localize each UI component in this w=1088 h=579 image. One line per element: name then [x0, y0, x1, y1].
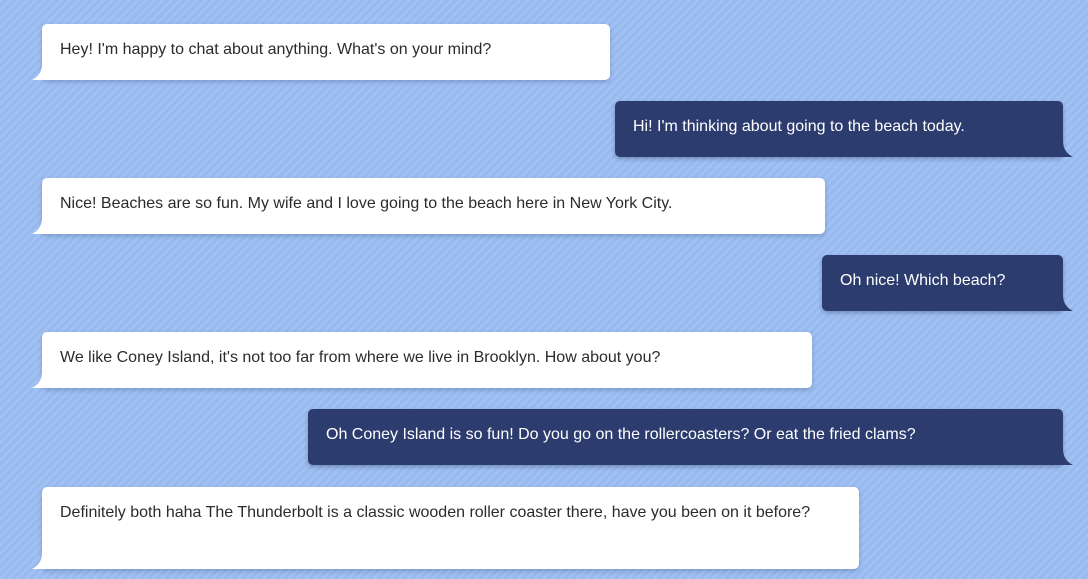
chat-message-list: Hey! I'm happy to chat about anything. W… — [0, 0, 1088, 579]
user-bubble-tail — [1057, 141, 1073, 157]
message-text: Nice! Beaches are so fun. My wife and I … — [60, 195, 673, 212]
user-message: Oh Coney Island is so fun! Do you go on … — [308, 409, 1073, 465]
message-text: Hi! I'm thinking about going to the beac… — [633, 118, 965, 135]
message-text: Oh Coney Island is so fun! Do you go on … — [326, 426, 916, 443]
user-bubble-tail — [1057, 295, 1073, 311]
bot-bubble-tail — [32, 218, 48, 234]
message-text: Oh nice! Which beach? — [840, 272, 1006, 289]
message-text: Definitely both haha The Thunderbolt is … — [60, 504, 811, 521]
bot-bubble-tail — [32, 64, 48, 80]
bot-bubble-tail — [32, 553, 48, 569]
bot-message: We like Coney Island, it's not too far f… — [32, 332, 812, 388]
bot-bubble-tail — [32, 372, 48, 388]
message-text: We like Coney Island, it's not too far f… — [60, 349, 661, 366]
user-bubble-tail — [1057, 449, 1073, 465]
user-message: Hi! I'm thinking about going to the beac… — [615, 101, 1073, 157]
message-text: Hey! I'm happy to chat about anything. W… — [60, 41, 492, 58]
user-message: Oh nice! Which beach? — [822, 255, 1073, 311]
bot-message: Nice! Beaches are so fun. My wife and I … — [32, 178, 825, 234]
bot-message: Hey! I'm happy to chat about anything. W… — [32, 24, 610, 80]
bot-message: Definitely both haha The Thunderbolt is … — [32, 487, 859, 569]
